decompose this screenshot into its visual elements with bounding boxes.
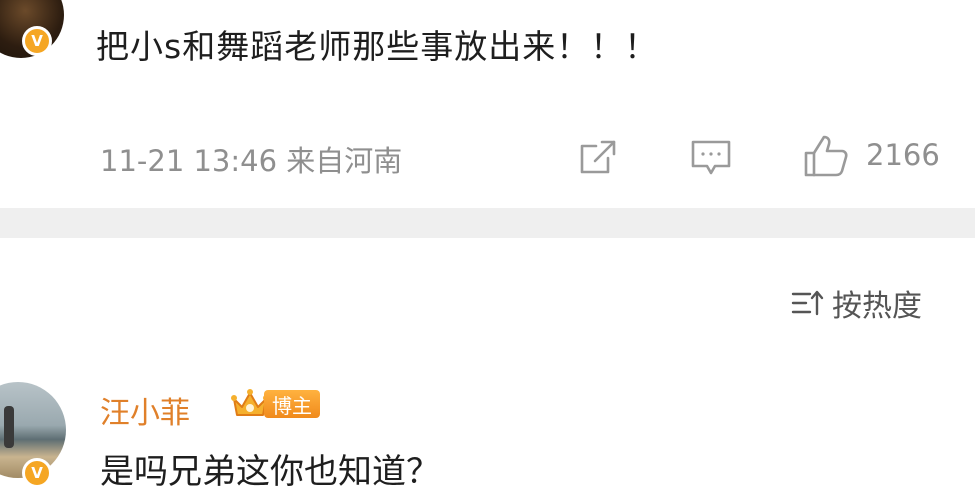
thumbs-up-icon[interactable] [802, 133, 850, 179]
comment-icon[interactable] [689, 138, 733, 178]
verified-badge-icon: V [22, 458, 52, 488]
comment-meta: 11-21 13:46 来自河南 [100, 144, 403, 178]
blogger-tag-label: 博主 [264, 390, 320, 418]
section-divider [0, 208, 975, 238]
avatar-scribble [6, 0, 50, 7]
sort-icon [791, 290, 824, 316]
reply-text: 是吗兄弟这你也知道？ [100, 452, 440, 492]
verified-badge-icon: V [22, 26, 52, 56]
verified-badge-label: V [31, 31, 43, 50]
share-icon[interactable] [578, 138, 618, 176]
sort-by-hot-toggle[interactable]: 按热度 [790, 283, 922, 324]
blogger-badge: 博主 [230, 386, 320, 422]
verified-badge-label: V [31, 463, 43, 482]
comment-text: 把小s和舞蹈老师那些事放出来！！！ [96, 27, 659, 66]
reply-username[interactable]: 汪小菲 [100, 388, 190, 432]
avatar-figure [4, 406, 14, 448]
sort-label: 按热度 [832, 289, 922, 324]
like-count: 2166 [866, 138, 940, 172]
